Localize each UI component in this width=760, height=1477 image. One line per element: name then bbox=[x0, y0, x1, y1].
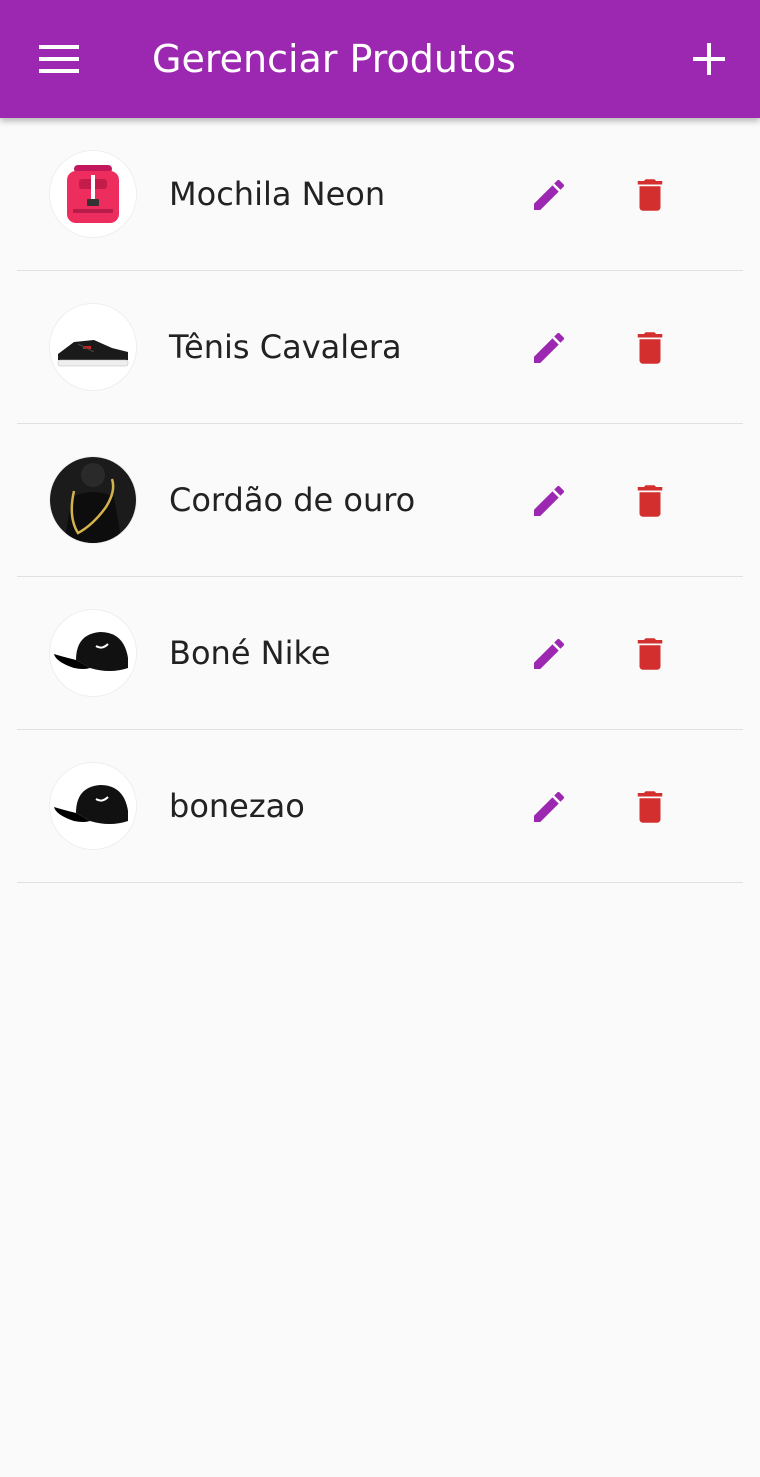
product-name: bonezao bbox=[169, 787, 305, 825]
edit-button[interactable] bbox=[520, 166, 578, 224]
trash-icon bbox=[637, 638, 663, 670]
product-row: Mochila Neon bbox=[17, 118, 743, 271]
product-name: Tênis Cavalera bbox=[169, 328, 402, 366]
delete-button[interactable] bbox=[621, 625, 679, 683]
page-title: Gerenciar Produtos bbox=[152, 37, 516, 81]
product-row: Cordão de ouro bbox=[17, 424, 743, 577]
menu-icon bbox=[39, 45, 79, 73]
product-name: Mochila Neon bbox=[169, 175, 386, 213]
pencil-icon bbox=[534, 485, 565, 516]
delete-button[interactable] bbox=[621, 472, 679, 530]
cap-image bbox=[50, 763, 136, 849]
pencil-icon bbox=[534, 638, 565, 669]
pencil-icon bbox=[534, 332, 565, 363]
sneaker-image bbox=[50, 304, 136, 390]
delete-button[interactable] bbox=[621, 166, 679, 224]
product-row: bonezao bbox=[17, 730, 743, 883]
product-image bbox=[50, 304, 136, 390]
product-row: Tênis Cavalera bbox=[17, 271, 743, 424]
pencil-icon bbox=[534, 179, 565, 210]
edit-button[interactable] bbox=[520, 472, 578, 530]
product-name: Boné Nike bbox=[169, 634, 331, 672]
plus-icon bbox=[693, 43, 725, 75]
product-image bbox=[50, 610, 136, 696]
gold-chain-image bbox=[50, 457, 136, 543]
trash-icon bbox=[637, 179, 663, 211]
backpack-image bbox=[50, 151, 136, 237]
add-product-button[interactable] bbox=[670, 20, 748, 98]
edit-button[interactable] bbox=[520, 625, 578, 683]
trash-icon bbox=[637, 485, 663, 517]
edit-button[interactable] bbox=[520, 778, 578, 836]
edit-button[interactable] bbox=[520, 319, 578, 377]
app-bar: Gerenciar Produtos bbox=[0, 0, 760, 118]
pencil-icon bbox=[534, 791, 565, 822]
product-row: Boné Nike bbox=[17, 577, 743, 730]
product-image bbox=[50, 457, 136, 543]
product-list: Mochila Neon Tênis Cavalera Cordão de ou… bbox=[17, 118, 743, 883]
cap-image bbox=[50, 610, 136, 696]
trash-icon bbox=[637, 791, 663, 823]
menu-button[interactable] bbox=[20, 20, 98, 98]
trash-icon bbox=[637, 332, 663, 364]
product-name: Cordão de ouro bbox=[169, 481, 416, 519]
delete-button[interactable] bbox=[621, 319, 679, 377]
delete-button[interactable] bbox=[621, 778, 679, 836]
product-image bbox=[50, 151, 136, 237]
product-image bbox=[50, 763, 136, 849]
